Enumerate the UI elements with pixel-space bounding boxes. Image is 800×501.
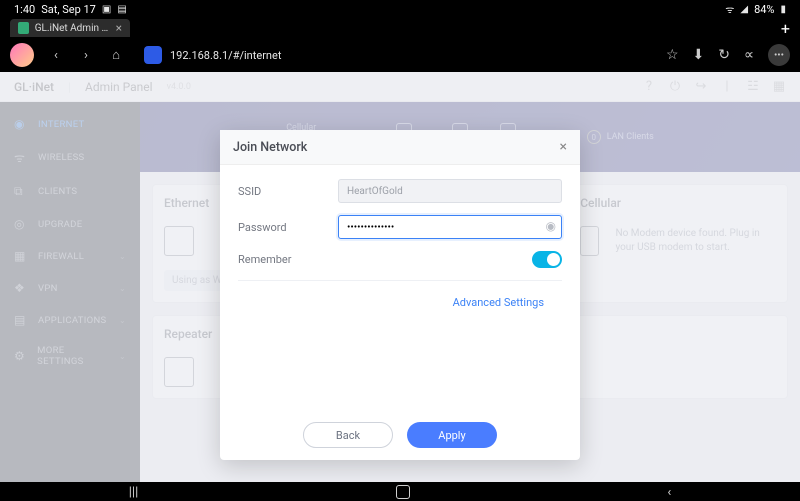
back-button[interactable]: Back [303,422,393,448]
remember-toggle[interactable] [532,251,562,268]
url-text: 192.168.8.1/#/internet [170,49,281,62]
android-navbar: ||| ‹ [0,482,800,501]
password-label: Password [238,221,338,234]
modal-body: SSID Password ◉ Remember Advanced Settin… [220,165,580,410]
recent-apps-button[interactable]: ||| [129,485,139,500]
tab-title: GL.iNet Admin Pan [35,23,110,34]
page-viewport: GL·iNet | Admin Panel v4.0.0 ? ⏻ ↪ | ☳ ▦… [0,72,800,482]
wifi-icon: ᯤ [725,2,734,16]
battery-percent: 84% [754,3,774,16]
home-button[interactable]: ⌂ [108,47,124,63]
favicon-icon [18,22,29,34]
join-network-modal: Join Network × SSID Password ◉ Remember … [220,130,580,460]
browser-toolbar: ‹ › ⌂ 192.168.8.1/#/internet ☆ ⬇ ↻ ∝ ••• [0,38,800,72]
home-button[interactable] [396,485,410,499]
status-time: 1:40 [14,3,35,16]
close-icon[interactable]: × [560,139,567,155]
share-icon[interactable]: ∝ [744,47,754,63]
advanced-settings-link[interactable]: Advanced Settings [453,296,544,309]
back-button[interactable]: ‹ [48,47,64,63]
remember-label: Remember [238,253,338,266]
modal-footer: Back Apply [220,410,580,460]
modal-title: Join Network [233,140,307,155]
forward-button[interactable]: › [78,47,94,63]
android-statusbar: 1:40 Sat, Sep 17 ▣ ▤ ᯤ ◢ 84% ▮ [0,0,800,18]
download-icon[interactable]: ⬇ [693,47,705,63]
browser-tabstrip: GL.iNet Admin Pan × + [0,18,800,38]
notification-icon: ▤ [117,4,126,15]
menu-button[interactable]: ••• [768,44,790,66]
status-date: Sat, Sep 17 [41,3,96,16]
signal-icon: ◢ [740,4,748,15]
star-icon[interactable]: ☆ [666,47,679,63]
battery-icon: ▮ [780,4,786,15]
modal-header: Join Network × [220,130,580,165]
browser-tab[interactable]: GL.iNet Admin Pan × [10,19,130,37]
notification-icon: ▣ [102,4,111,15]
reload-icon[interactable]: ↻ [718,47,730,63]
ssid-input [338,179,562,203]
shield-icon[interactable] [144,46,162,64]
profile-avatar[interactable] [10,43,34,67]
password-input[interactable] [338,215,562,239]
url-bar[interactable]: 192.168.8.1/#/internet [138,46,652,64]
reveal-password-icon[interactable]: ◉ [546,219,556,233]
new-tab-button[interactable]: + [781,19,790,38]
apply-button[interactable]: Apply [407,422,497,448]
close-tab-icon[interactable]: × [116,21,122,35]
ssid-label: SSID [238,185,338,198]
back-button[interactable]: ‹ [667,485,671,500]
